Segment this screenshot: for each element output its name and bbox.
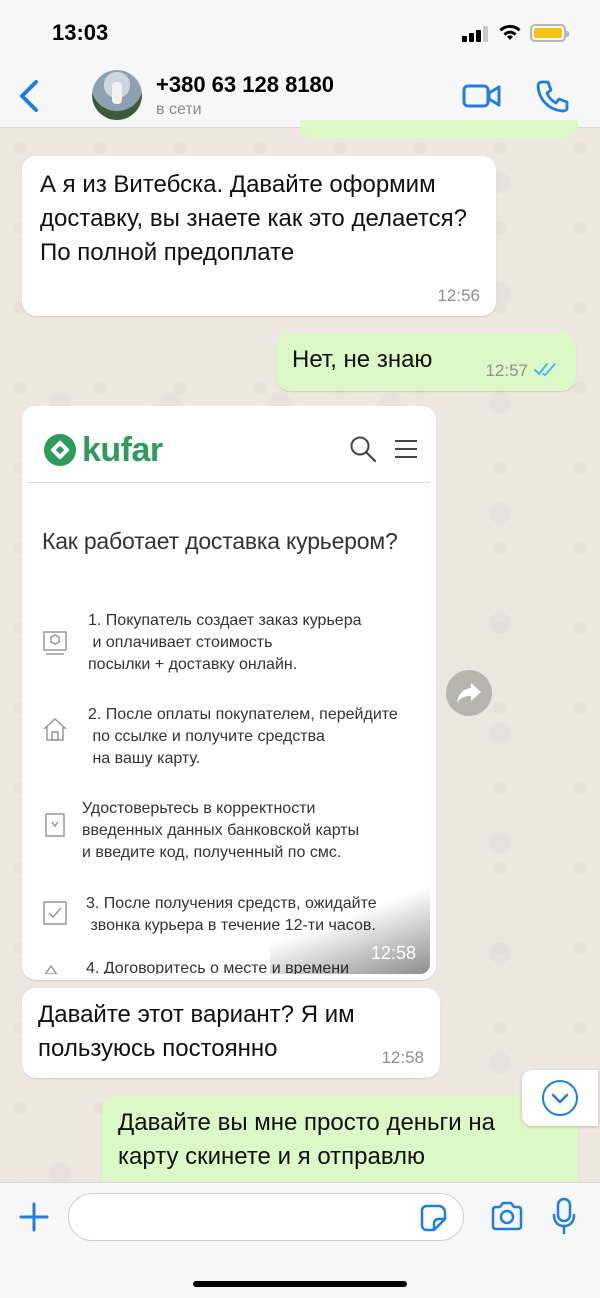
avatar[interactable] (92, 70, 142, 120)
message-time: 12:57 (485, 361, 528, 380)
message-input-bar (0, 1182, 600, 1298)
checkbox-icon (43, 901, 67, 925)
message-text: Давайте этот вариант? Я им пользуюсь пос… (38, 1001, 355, 1062)
search-icon (350, 436, 377, 463)
outgoing-message[interactable]: Нет, не знаю 12:57 (276, 333, 576, 391)
kufar-brand-text: kufar (82, 430, 163, 469)
home-indicator[interactable] (193, 1281, 407, 1287)
image-heading: Как работает доставка курьером? (42, 528, 398, 554)
contact-status: в сети (156, 101, 202, 118)
video-camera-icon[interactable] (462, 82, 502, 110)
chevron-left-icon[interactable] (14, 78, 46, 114)
contact-name[interactable]: +380 63 128 8180 (156, 72, 334, 98)
kufar-logo: kufar (44, 430, 163, 470)
microphone-icon[interactable] (552, 1197, 576, 1235)
package-icon (43, 631, 67, 655)
forward-arrow-icon (457, 683, 481, 703)
courier-icon (44, 964, 58, 974)
step-1-text: 1. Покупатель создает заказ курьера и оп… (88, 612, 362, 673)
outgoing-message[interactable]: Давайте вы мне просто деньги на карту ск… (102, 1096, 578, 1196)
step-verify-text: Удостоверьтесь в корректности введенных д… (82, 800, 360, 861)
message-text: Давайте вы мне просто деньги на карту ск… (118, 1109, 495, 1170)
status-bar: 13:03 (0, 0, 600, 64)
message-time: 12:56 (437, 286, 480, 305)
hamburger-menu-icon (395, 440, 417, 458)
image-message[interactable]: kufar Как работает доставка курьером? 1.… (22, 406, 436, 980)
signal-icon (462, 26, 488, 42)
status-time: 13:03 (52, 20, 109, 45)
battery-icon (530, 24, 569, 42)
card-verify-icon (45, 813, 65, 837)
image-time: 12:58 (370, 943, 416, 963)
sticker-icon[interactable] (418, 1203, 448, 1233)
message-text: А я из Витебска. Давайте оформим доставк… (40, 171, 467, 266)
read-receipt-icon (534, 363, 556, 377)
message-time: 12:58 (381, 1048, 424, 1067)
divider (28, 482, 430, 483)
kufar-mark-icon (44, 434, 76, 466)
camera-icon[interactable] (490, 1201, 524, 1231)
chevron-down-icon (542, 1080, 578, 1116)
scroll-to-bottom-button[interactable] (522, 1070, 598, 1126)
image-content[interactable]: kufar Как работает доставка курьером? 1.… (28, 412, 430, 974)
incoming-message[interactable]: А я из Витебска. Давайте оформим доставк… (22, 156, 496, 316)
incoming-message[interactable]: Давайте этот вариант? Я им пользуюсь пос… (22, 988, 440, 1078)
phone-icon[interactable] (534, 78, 570, 114)
step-2-text: 2. После оплаты покупателем, перейдите п… (88, 706, 398, 767)
plus-icon[interactable] (18, 1201, 50, 1233)
forward-button[interactable] (446, 670, 492, 716)
chat-header: +380 63 128 8180 в сети (0, 64, 600, 128)
message-input[interactable] (68, 1193, 464, 1241)
home-icon (43, 717, 67, 741)
wifi-icon (499, 24, 521, 40)
partial-outgoing-bubble (300, 120, 578, 138)
